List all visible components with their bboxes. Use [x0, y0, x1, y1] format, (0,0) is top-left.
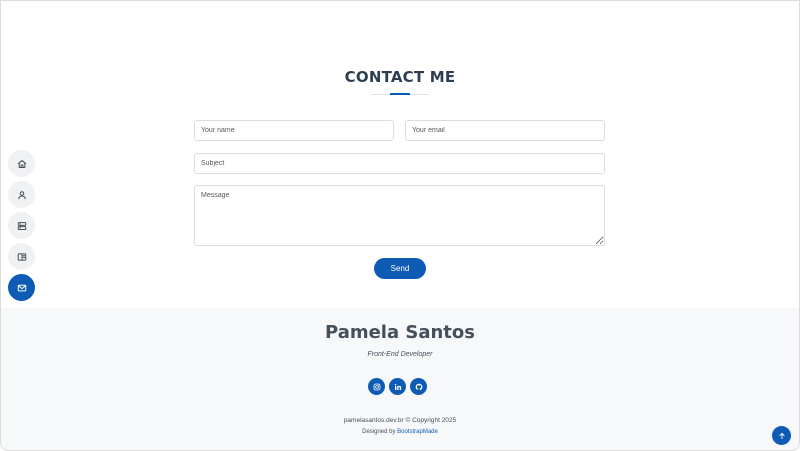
- contact-section: CONTACT ME Send: [1, 1, 799, 308]
- credits-prefix: Designed by: [362, 429, 398, 435]
- footer-name: Pamela Santos: [324, 322, 475, 343]
- github-icon: [415, 383, 422, 390]
- arrow-up-icon: [778, 432, 785, 439]
- nav-about-button[interactable]: [8, 181, 35, 208]
- credits-text: Designed by BootstrapMade: [1, 429, 799, 435]
- section-title: CONTACT ME: [344, 68, 456, 86]
- nav-home-button[interactable]: [8, 150, 35, 177]
- message-textarea[interactable]: [194, 185, 605, 246]
- home-icon: [17, 159, 26, 168]
- email-input[interactable]: [405, 120, 605, 141]
- footer-role: Front-End Developer: [367, 351, 433, 358]
- nav-contact-button[interactable]: [8, 274, 35, 301]
- github-link[interactable]: [410, 378, 427, 395]
- back-to-top-button[interactable]: [772, 426, 791, 445]
- send-button[interactable]: Send: [374, 258, 426, 279]
- envelope-icon: [17, 284, 26, 291]
- instagram-icon: [373, 383, 380, 390]
- social-links: [368, 378, 427, 395]
- instagram-link[interactable]: [368, 378, 385, 395]
- name-input[interactable]: [194, 120, 394, 141]
- nav-portfolio-button[interactable]: [8, 243, 35, 270]
- footer: Pamela Santos Front-End Developer pamela…: [1, 308, 799, 450]
- book-icon: [17, 252, 26, 261]
- person-icon: [17, 190, 26, 199]
- page: CONTACT ME Send Pamela Santos Front-End …: [0, 0, 800, 451]
- side-nav: [8, 150, 35, 301]
- nav-services-button[interactable]: [8, 212, 35, 239]
- bootstrapmade-link[interactable]: BootstrapMade: [397, 429, 438, 435]
- copyright-text: pamelasantos.dev.br © Copyright 2025: [343, 417, 457, 424]
- subject-input[interactable]: [194, 153, 605, 174]
- server-icon: [17, 221, 26, 230]
- title-underline-accent: [390, 93, 410, 95]
- linkedin-icon: [394, 383, 401, 390]
- linkedin-link[interactable]: [389, 378, 406, 395]
